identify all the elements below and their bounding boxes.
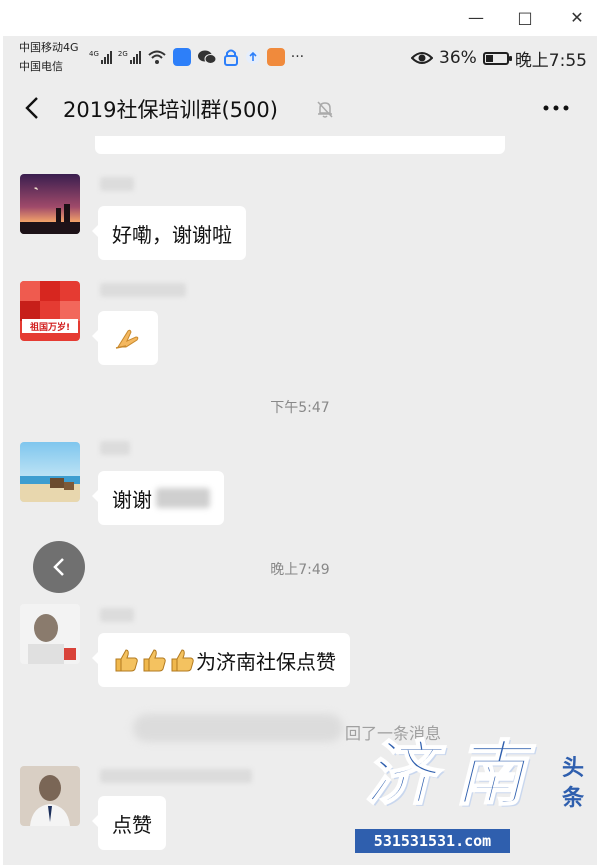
back-chevron-icon[interactable] bbox=[21, 96, 45, 120]
status-right: 36% 晚上7:55 bbox=[411, 46, 587, 71]
muted-bell-icon bbox=[317, 101, 333, 118]
watermark-small-char: 头 bbox=[562, 756, 585, 781]
sender-name-blurred bbox=[100, 608, 134, 622]
thumbs-up-emoji bbox=[171, 649, 194, 672]
status-icons: 4G 2G ··· bbox=[89, 46, 304, 68]
chat-header: 2019社保培训群(500) bbox=[3, 80, 597, 136]
system-notice-blurred bbox=[133, 714, 343, 742]
message-bubble[interactable]: 点赞 bbox=[92, 796, 166, 850]
status-bar: 中国移动4G 中国电信 4G 2G ··· 36% 晚上7:55 bbox=[3, 36, 597, 80]
eye-icon bbox=[411, 52, 434, 64]
message-bubble[interactable]: 为济南社保点赞 bbox=[92, 633, 350, 687]
status-time: 晚上7:55 bbox=[514, 50, 587, 71]
message-text: 为济南社保点赞 bbox=[196, 649, 336, 674]
minimize-icon[interactable]: — bbox=[464, 6, 488, 30]
message-text: 点赞 bbox=[112, 812, 152, 837]
watermark-char: 南 bbox=[454, 731, 526, 816]
blurred-text bbox=[156, 488, 210, 508]
avatar[interactable] bbox=[20, 604, 80, 664]
thumbs-up-emoji bbox=[115, 649, 138, 672]
folded-hands-emoji bbox=[115, 329, 139, 349]
timestamp: 晚上7:49 bbox=[270, 562, 330, 578]
watermark-small-char: 条 bbox=[562, 786, 585, 811]
message-bubble[interactable] bbox=[92, 311, 158, 365]
upload-icon bbox=[245, 50, 260, 64]
message-text: 谢谢 bbox=[112, 487, 152, 512]
app-notification-icon bbox=[266, 48, 285, 66]
sender-name-blurred bbox=[100, 283, 186, 297]
signal-icon: 4G bbox=[89, 50, 112, 64]
close-icon[interactable]: ✕ bbox=[565, 6, 589, 30]
avatar[interactable] bbox=[20, 766, 80, 826]
sender-name-blurred bbox=[100, 177, 134, 191]
signal-icon: 2G bbox=[118, 50, 141, 64]
app-notification-icon bbox=[172, 48, 191, 66]
message-bubble[interactable]: 谢谢 bbox=[92, 471, 224, 525]
carrier-label-primary: 中国移动4G bbox=[19, 41, 79, 54]
thumbs-up-emoji bbox=[143, 649, 166, 672]
wechat-icon bbox=[197, 50, 217, 64]
watermark-char: 济 bbox=[364, 731, 436, 816]
maximize-icon[interactable]: □ bbox=[513, 6, 537, 30]
timestamp: 下午5:47 bbox=[270, 400, 330, 416]
battery-level bbox=[485, 54, 493, 62]
message-bubble-partial bbox=[95, 136, 505, 154]
more-notifications-indicator: ··· bbox=[290, 49, 305, 65]
more-dots-icon[interactable] bbox=[541, 98, 571, 118]
sender-name-blurred bbox=[100, 769, 252, 783]
chat-title: 2019社保培训群(500) bbox=[63, 98, 278, 122]
carrier-label-secondary: 中国电信 bbox=[19, 60, 63, 73]
battery-icon bbox=[482, 51, 512, 65]
avatar-banner-text: 祖国万岁! bbox=[29, 321, 70, 333]
lock-icon bbox=[223, 49, 238, 66]
sender-name-blurred bbox=[100, 441, 130, 455]
avatar[interactable] bbox=[20, 442, 80, 502]
message-text: 好嘞，谢谢啦 bbox=[112, 222, 232, 247]
watermark-url: 531531531.com bbox=[355, 829, 510, 853]
wifi-icon bbox=[148, 50, 166, 64]
message-bubble[interactable]: 好嘞，谢谢啦 bbox=[92, 206, 246, 260]
avatar[interactable] bbox=[20, 174, 80, 234]
window-titlebar: — □ ✕ bbox=[0, 0, 600, 36]
battery-percentage: 36% bbox=[439, 48, 477, 68]
avatar[interactable]: 祖国万岁! bbox=[20, 281, 80, 341]
